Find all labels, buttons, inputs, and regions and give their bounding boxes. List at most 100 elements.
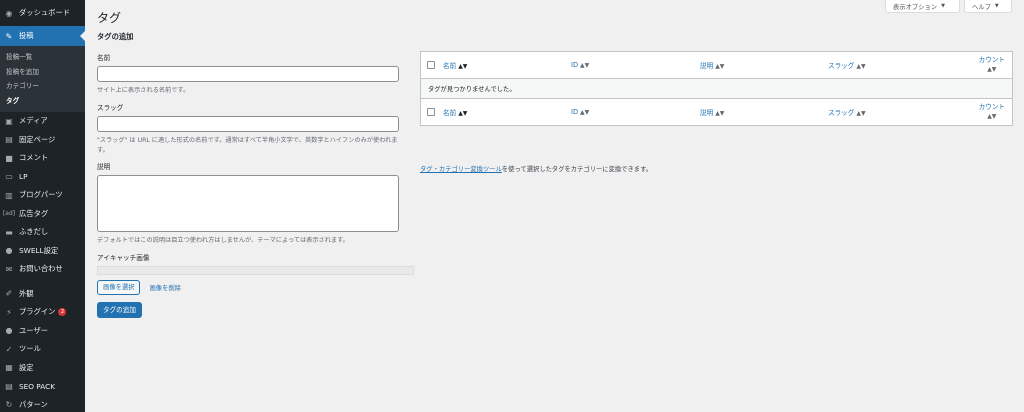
user-icon: ● — [5, 326, 13, 336]
menu-lp[interactable]: ▭ LP — [0, 168, 85, 187]
menu-label: 設定 — [19, 362, 34, 372]
menu-media[interactable]: ▣ メディア — [0, 112, 85, 131]
dashboard-icon: ◉ — [5, 8, 13, 18]
comment-icon: ■ — [5, 153, 13, 163]
image-preview-bar — [97, 266, 414, 275]
submenu-all-posts[interactable]: 投稿一覧 — [0, 50, 85, 65]
column-label: 説明 — [700, 62, 714, 70]
table-footer: 名前 ▲▼ ID ▲▼ 説明 ▲▼ スラッグ ▲▼ カウント ▲▼ — [421, 98, 1012, 125]
submenu-categories[interactable]: カテゴリー — [0, 79, 85, 94]
help-button[interactable]: ヘルプ ▼ — [964, 0, 1012, 13]
description-textarea[interactable] — [97, 175, 399, 232]
select-all-checkbox[interactable] — [427, 61, 435, 69]
media-icon: ▣ — [5, 116, 13, 126]
menu-label: SWELL設定 — [19, 245, 59, 255]
menu-tools[interactable]: ✓ ツール — [0, 340, 85, 359]
menu-appearance[interactable]: ✐ 外観 — [0, 285, 85, 304]
sort-icon: ▲▼ — [856, 63, 866, 70]
column-slug[interactable]: スラッグ ▲▼ — [828, 60, 866, 70]
page-title: タグ — [97, 11, 122, 25]
caret-down-icon: ▼ — [994, 3, 999, 9]
menu-users[interactable]: ● ユーザー — [0, 322, 85, 341]
menu-seo-pack[interactable]: ▤ SEO PACK — [0, 377, 85, 396]
submenu-add-post[interactable]: 投稿を追加 — [0, 65, 85, 80]
empty-message: タグが見つかりませんでした。 — [428, 86, 516, 93]
menu-balloon[interactable]: ▬ ふきだし — [0, 223, 85, 242]
column-id[interactable]: ID ▲▼ — [571, 61, 589, 69]
menu-label: ユーザー — [19, 325, 49, 335]
add-tag-button[interactable]: タグの追加 — [97, 302, 142, 318]
menu-ad-tag[interactable]: [ad] 広告タグ — [0, 205, 85, 224]
menu-settings[interactable]: ▦ 設定 — [0, 359, 85, 378]
menu-label: ダッシュボード — [19, 8, 71, 17]
sort-icon: ▲▼ — [987, 66, 997, 73]
menu-patterns[interactable]: ↻ パターン — [0, 396, 85, 412]
column-count[interactable]: カウント ▲▼ — [979, 103, 1005, 121]
menu-swell-settings[interactable]: ● SWELL設定 — [0, 242, 85, 261]
column-label: 名前 — [443, 109, 457, 117]
menu-label: 固定ページ — [19, 134, 56, 144]
select-all-checkbox[interactable] — [427, 108, 435, 116]
seo-icon: ▤ — [5, 381, 13, 391]
menu-posts[interactable]: ✎ 投稿 — [0, 26, 85, 46]
ad-tag-icon: [ad] — [2, 210, 16, 218]
update-count-badge: 2 — [58, 308, 67, 317]
menu-label: コメント — [19, 153, 49, 163]
menu-comments[interactable]: ■ コメント — [0, 149, 85, 168]
menu-label: パターン — [19, 399, 48, 409]
column-count[interactable]: カウント ▲▼ — [979, 56, 1005, 74]
menu-label: 広告タグ — [19, 208, 49, 218]
form-heading: タグの追加 — [97, 32, 134, 41]
menu-contact[interactable]: ✉ お問い合わせ — [0, 260, 85, 279]
caret-down-icon: ▼ — [941, 3, 945, 9]
menu-plugins[interactable]: ⚡ プラグイン 2 — [0, 303, 85, 322]
description-label: 説明 — [97, 163, 111, 171]
column-name[interactable]: 名前 ▲▼ — [443, 60, 467, 70]
column-label: ID — [571, 108, 579, 116]
column-description[interactable]: 説明 ▲▼ — [700, 107, 724, 117]
sort-icon: ▲▼ — [715, 110, 725, 117]
column-description[interactable]: 説明 ▲▼ — [700, 60, 724, 70]
sort-icon: ▲▼ — [580, 109, 590, 116]
column-label: カウント — [978, 56, 1005, 64]
image-label: アイキャッチ画像 — [97, 254, 150, 262]
column-id[interactable]: ID ▲▼ — [571, 108, 589, 116]
sort-icon: ▲▼ — [715, 63, 725, 70]
menu-label: SEO PACK — [19, 381, 55, 391]
screen-options-button[interactable]: 表示オプション ▼ — [885, 0, 960, 13]
empty-message-row: タグが見つかりませんでした。 — [421, 79, 1012, 98]
remove-image-link[interactable]: 画像を削除 — [149, 283, 180, 292]
menu-label: お問い合わせ — [19, 264, 63, 274]
name-input[interactable] — [97, 66, 399, 82]
column-label: スラッグ — [828, 62, 855, 70]
swell-icon: ● — [5, 246, 13, 256]
menu-label: LP — [19, 172, 28, 182]
column-slug[interactable]: スラッグ ▲▼ — [828, 107, 866, 117]
name-description: サイト上に表示される名前です。 — [97, 87, 190, 94]
appearance-icon: ✐ — [5, 289, 13, 299]
menu-pages[interactable]: ▤ 固定ページ — [0, 131, 85, 150]
column-label: ID — [571, 61, 579, 69]
converter-link[interactable]: タグ・カテゴリー変換ツール — [420, 166, 502, 173]
submit-row: タグの追加 — [97, 302, 417, 318]
menu-blog-parts[interactable]: ▥ ブログパーツ — [0, 186, 85, 205]
submenu-tags[interactable]: タグ — [0, 94, 85, 109]
column-label: カウント — [978, 103, 1005, 111]
posts-submenu: 投稿一覧 投稿を追加 カテゴリー タグ — [0, 46, 85, 112]
pattern-icon: ↻ — [5, 400, 13, 410]
help-label: ヘルプ — [972, 3, 991, 11]
plugin-icon: ⚡ — [6, 307, 12, 317]
converter-text: を使って選択したタグをカテゴリーに変換できます。 — [501, 166, 653, 173]
screen-options-label: 表示オプション — [893, 3, 938, 11]
select-image-button[interactable]: 画像を選択 — [97, 280, 141, 295]
sort-icon: ▲▼ — [987, 113, 997, 120]
pin-icon: ✎ — [5, 31, 13, 41]
menu-dashboard[interactable]: ◉ ダッシュボード — [0, 0, 85, 26]
column-label: スラッグ — [828, 109, 855, 117]
column-name[interactable]: 名前 ▲▼ — [443, 107, 467, 117]
menu-label: ふきだし — [19, 227, 49, 237]
column-label: 名前 — [443, 62, 457, 70]
table-header: 名前 ▲▼ ID ▲▼ 説明 ▲▼ スラッグ ▲▼ カウント ▲▼ — [421, 52, 1012, 79]
slug-input[interactable] — [97, 116, 399, 132]
page-icon: ▤ — [5, 135, 13, 145]
